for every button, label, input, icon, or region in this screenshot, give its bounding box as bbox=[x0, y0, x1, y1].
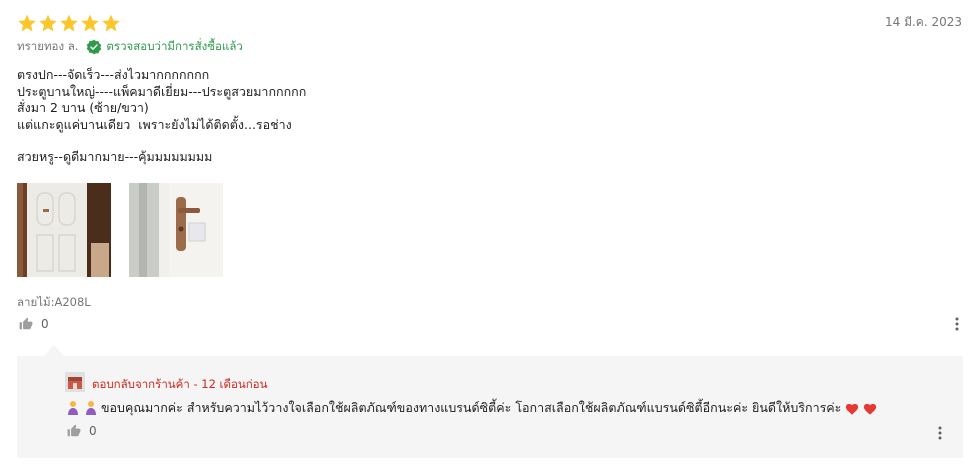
thumbs-up-icon bbox=[19, 317, 33, 330]
thumbs-up-icon bbox=[67, 424, 81, 437]
heart-emoji bbox=[864, 403, 877, 415]
more-vert-icon[interactable] bbox=[937, 425, 943, 441]
review-line: ประตูบานใหญ่----แพ็คมาดีเยี่ยม---ประตูสว… bbox=[17, 83, 307, 99]
door-panel-photo[interactable] bbox=[17, 183, 111, 277]
product-variant: ลายไม้:A208L bbox=[17, 295, 91, 309]
star-icon bbox=[39, 14, 57, 32]
reply-like-button[interactable]: 0 bbox=[67, 424, 97, 438]
praying-hands-emoji bbox=[86, 401, 96, 415]
review-like-count: 0 bbox=[41, 317, 49, 331]
star-icon bbox=[60, 14, 78, 32]
review-photos bbox=[17, 183, 223, 277]
review-like-button[interactable]: 0 bbox=[19, 317, 49, 331]
rating-stars bbox=[17, 13, 121, 33]
reviewer-name: ทรายทอง ล. bbox=[17, 39, 79, 53]
review-line: ตรงปก---จัดเร็ว---ส่งไวมากกกกกกก bbox=[17, 67, 210, 82]
reply-like-count: 0 bbox=[89, 424, 97, 438]
star-icon bbox=[81, 14, 99, 32]
reply-header: ตอบกลับจากร้านค้า - 12 เดือนก่อน bbox=[92, 377, 268, 391]
review-date: 14 มี.ค. 2023 bbox=[884, 15, 962, 29]
heart-emoji bbox=[846, 403, 859, 415]
verified-purchase-label: ตรวจสอบว่ามีการสั่งซื้อแล้ว bbox=[106, 39, 243, 53]
verified-check-icon bbox=[87, 39, 102, 55]
review-line: แต่แกะดูแค่บานเดียว เพราะยังไม่ได้ติดตั้… bbox=[17, 116, 292, 132]
star-icon bbox=[18, 14, 36, 32]
praying-hands-emoji bbox=[68, 401, 78, 415]
shop-icon bbox=[65, 372, 85, 392]
reply-text: ขอบคุณมากค่ะ สำหรับความไว้วางใจเลือกใช้ผ… bbox=[101, 400, 842, 415]
more-vert-icon[interactable] bbox=[954, 316, 960, 332]
review-line: สั่งมา 2 บาน (ซ้าย/ขวา) bbox=[17, 100, 149, 115]
reply-text-row: ขอบคุณมากค่ะ สำหรับความไว้วางใจเลือกใช้ผ… bbox=[65, 398, 877, 418]
seller-reply: ตอบกลับจากร้านค้า - 12 เดือนก่อน ขอบคุณม… bbox=[17, 356, 963, 458]
reply-pointer bbox=[44, 345, 64, 356]
review-line: สวยหรู--ดูดีมากมาย---คุ้มมมมมมมม bbox=[17, 149, 213, 164]
door-handle-photo[interactable] bbox=[129, 183, 223, 277]
reviewer-info: ทรายทอง ล. ตรวจสอบว่ามีการสั่งซื้อแล้ว bbox=[17, 38, 243, 56]
review-text: ตรงปก---จัดเร็ว---ส่งไวมากกกกกกก ประตูบา… bbox=[17, 67, 917, 166]
star-icon bbox=[102, 14, 120, 32]
